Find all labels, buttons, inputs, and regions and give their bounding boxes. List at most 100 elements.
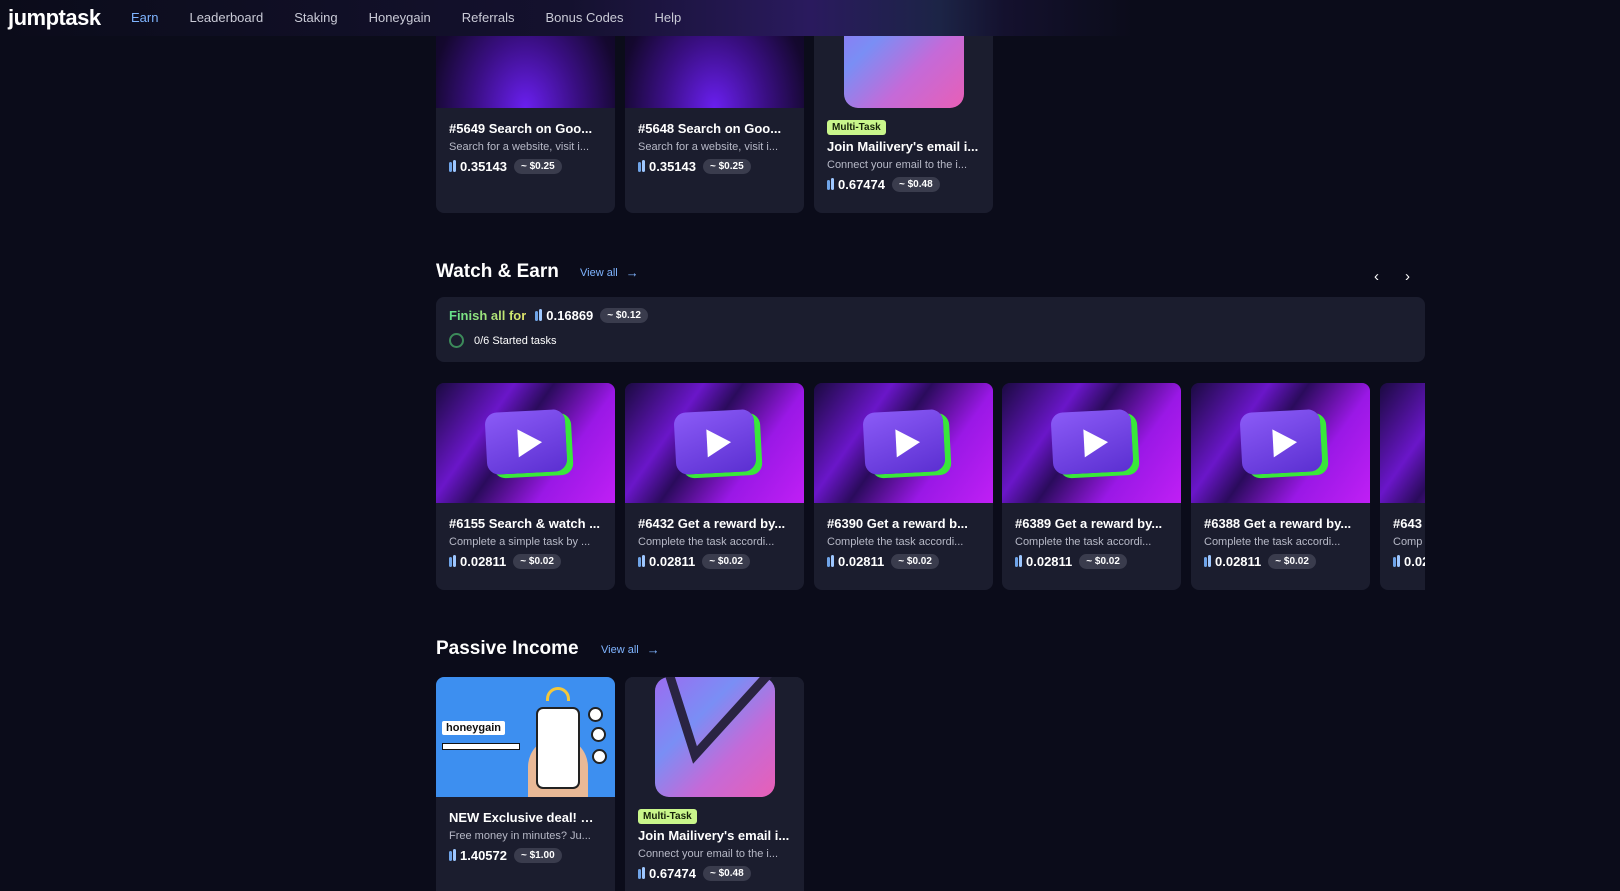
progress-text: 0/6 Started tasks	[474, 334, 557, 347]
reward-usd: ~ $0.25	[514, 159, 562, 174]
reward-amount: 0.67474	[838, 177, 885, 192]
coin-icon	[535, 309, 543, 322]
task-card[interactable]: #6389 Get a reward by... Complete the ta…	[1002, 383, 1181, 590]
task-title: Join Mailivery's email i...	[638, 828, 790, 843]
coin-icon	[638, 867, 646, 880]
task-title: Join Mailivery's email i...	[827, 139, 979, 154]
nav-item-help[interactable]: Help	[655, 10, 682, 25]
task-description: Search for a website, visit i...	[449, 141, 589, 153]
coin-icon	[827, 178, 835, 191]
play-video-icon	[436, 383, 615, 503]
reward-amount: 0.02811	[1026, 554, 1073, 569]
coin-icon	[1015, 555, 1023, 568]
nav-item-referrals[interactable]: Referrals	[462, 10, 515, 25]
phone-icon	[536, 707, 580, 789]
view-all-link[interactable]: View all →	[580, 265, 639, 280]
coin-icon	[827, 555, 835, 568]
coin-icon	[588, 707, 603, 722]
reward-usd: ~ $0.02	[513, 554, 561, 569]
task-description: Connect your email to the i...	[827, 159, 968, 171]
reward-amount: 0.35143	[649, 159, 696, 174]
play-video-icon	[1191, 383, 1370, 503]
coin-icon	[1204, 555, 1212, 568]
task-description: Complete the task accordi...	[638, 536, 775, 548]
task-description: Complete a simple task by ...	[449, 536, 591, 548]
task-card[interactable]: #643 Comp 0.02	[1380, 383, 1425, 590]
reward-amount: 0.02811	[1215, 554, 1262, 569]
finish-all-reward: Finish all for 0.16869 ~ $0.12	[449, 308, 648, 323]
task-card[interactable]: #6432 Get a reward by... Complete the ta…	[625, 383, 804, 590]
carousel-prev-button[interactable]: ‹	[1374, 268, 1379, 285]
coin-icon	[592, 749, 607, 764]
task-title: NEW Exclusive deal! Cl...	[449, 810, 602, 825]
task-progress: 0/6 Started tasks	[449, 333, 557, 348]
task-title: #5648 Search on Goo...	[638, 121, 782, 136]
carousel-next-button[interactable]: ›	[1405, 268, 1410, 285]
task-reward: 0.67474 ~ $0.48	[638, 866, 791, 881]
watch-earn-carousel: #6155 Search & watch ... Complete a simp…	[436, 383, 1425, 590]
coin-icon	[449, 555, 457, 568]
task-card[interactable]: #6155 Search & watch ... Complete a simp…	[436, 383, 615, 590]
coin-icon	[638, 160, 646, 173]
reward-amount: 0.02811	[838, 554, 885, 569]
task-reward: 0.02811 ~ $0.02	[1204, 554, 1357, 569]
nav-item-bonus-codes[interactable]: Bonus Codes	[545, 10, 623, 25]
honeygain-logo: honeygain	[442, 721, 506, 735]
play-video-icon	[625, 383, 804, 503]
arrow-right-icon: →	[625, 265, 639, 280]
task-reward: 0.02811 ~ $0.02	[1015, 554, 1168, 569]
finish-all-label: Finish all for	[449, 308, 527, 323]
top-nav: jumptask Earn Leaderboard Staking Honeyg…	[0, 0, 1620, 36]
task-reward: 1.40572 ~ $1.00	[449, 848, 602, 863]
reward-amount: 0.02811	[460, 554, 507, 569]
jumptask-logo[interactable]: jumptask	[8, 5, 101, 31]
task-card[interactable]: #6388 Get a reward by... Complete the ta…	[1191, 383, 1370, 590]
task-reward: 0.02811 ~ $0.02	[449, 554, 602, 569]
task-title: #6432 Get a reward by...	[638, 516, 786, 531]
mailivery-icon	[625, 677, 804, 797]
view-all-link[interactable]: View all →	[601, 642, 660, 657]
task-card[interactable]: Multi-Task Join Mailivery's email i... C…	[625, 677, 804, 891]
reward-amount: 1.40572	[460, 848, 507, 863]
nav-item-staking[interactable]: Staking	[294, 10, 337, 25]
task-description: Complete the task accordi...	[1204, 536, 1341, 548]
coin-icon	[1393, 555, 1401, 568]
task-reward: 0.67474 ~ $0.48	[827, 177, 980, 192]
section-title-watch-earn: Watch & Earn	[436, 261, 559, 282]
nav-item-honeygain[interactable]: Honeygain	[369, 10, 431, 25]
task-description: Complete the task accordi...	[1015, 536, 1152, 548]
progress-ring-icon	[449, 333, 464, 348]
task-description: Free money in minutes? Ju...	[449, 830, 591, 842]
coin-icon	[449, 160, 457, 173]
reward-amount: 0.35143	[460, 159, 507, 174]
finish-all-panel: Finish all for 0.16869 ~ $0.12 0/6 Start…	[436, 297, 1425, 362]
task-title: #5649 Search on Goo...	[449, 121, 593, 136]
play-video-icon	[1002, 383, 1181, 503]
wifi-icon	[546, 687, 570, 701]
reward-usd: ~ $0.48	[703, 866, 751, 881]
reward-usd: ~ $1.00	[514, 848, 562, 863]
task-title: #643	[1393, 516, 1422, 531]
coin-icon	[449, 849, 457, 862]
task-title: #6388 Get a reward by...	[1204, 516, 1352, 531]
honeygain-banner: honeygain	[436, 677, 615, 797]
play-video-icon	[1380, 383, 1425, 503]
task-reward: 0.35143 ~ $0.25	[638, 159, 791, 174]
reward-usd: ~ $0.02	[891, 554, 939, 569]
coin-icon	[638, 555, 646, 568]
nav-menu: Earn Leaderboard Staking Honeygain Refer…	[131, 10, 712, 25]
task-description: Comp	[1393, 536, 1423, 548]
task-reward: 0.02	[1393, 554, 1425, 569]
nav-item-earn[interactable]: Earn	[131, 10, 158, 25]
task-card[interactable]: honeygain NEW Exclusive deal! Cl... Free…	[436, 677, 615, 891]
reward-usd: ~ $0.48	[892, 177, 940, 192]
section-title-passive-income: Passive Income	[436, 638, 579, 659]
multi-task-badge: Multi-Task	[638, 809, 697, 824]
reward-usd: ~ $0.02	[702, 554, 750, 569]
nav-item-leaderboard[interactable]: Leaderboard	[189, 10, 263, 25]
reward-amount: 0.67474	[649, 866, 696, 881]
task-card[interactable]: #6390 Get a reward b... Complete the tas…	[814, 383, 993, 590]
finish-amount: 0.16869	[546, 308, 594, 323]
task-title: #6390 Get a reward b...	[827, 516, 968, 531]
view-all-label: View all	[601, 643, 639, 656]
